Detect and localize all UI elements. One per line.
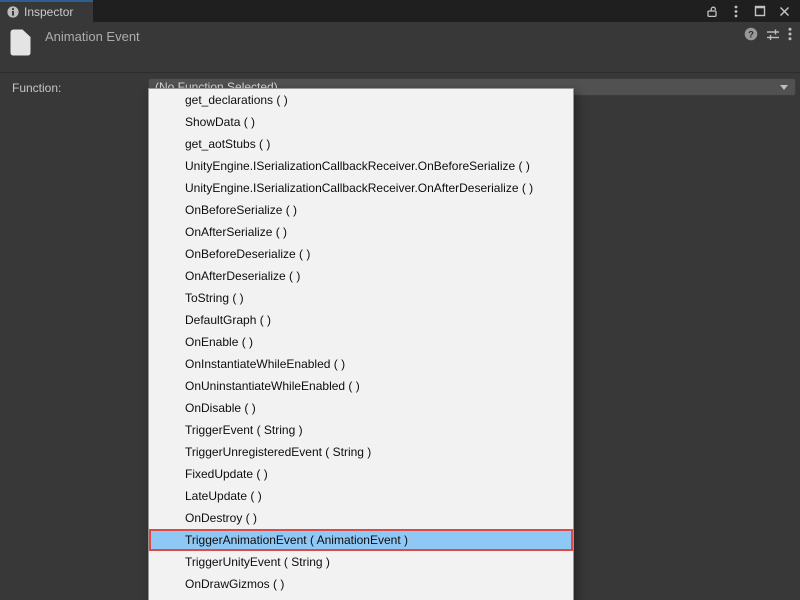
header-icons: ? [744,27,792,41]
dropdown-item[interactable]: OnDestroy ( ) [149,507,573,529]
inspector-window: Inspector [0,0,800,600]
dropdown-item[interactable]: get_aotStubs ( ) [149,133,573,155]
dropdown-item[interactable]: OnEnable ( ) [149,331,573,353]
dropdown-item[interactable]: OnBeforeSerialize ( ) [149,199,573,221]
function-label: Function: [12,81,61,95]
dropdown-item[interactable]: OnDisable ( ) [149,397,573,419]
presets-icon[interactable] [766,28,780,41]
dropdown-item[interactable]: OnAfterSerialize ( ) [149,221,573,243]
maximize-icon[interactable] [753,4,767,18]
dropdown-item[interactable]: OnDrawGizmos ( ) [149,573,573,595]
kebab-menu-icon[interactable] [729,4,743,18]
chevron-down-icon [780,85,788,90]
dropdown-item[interactable]: TriggerEvent ( String ) [149,419,573,441]
close-icon[interactable] [777,4,791,18]
dropdown-item[interactable]: ToString ( ) [149,287,573,309]
window-controls [705,0,800,22]
page-icon [10,29,31,56]
kebab-menu-icon[interactable] [788,27,792,41]
dropdown-item[interactable]: UnityEngine.ISerializationCallbackReceiv… [149,155,573,177]
tab-label: Inspector [24,5,73,19]
info-icon [7,6,19,18]
dropdown-item[interactable]: get_declarations ( ) [149,89,573,111]
function-dropdown-list: get_declarations ( )ShowData ( )get_aotS… [148,88,574,600]
dropdown-item[interactable]: OnInstantiateWhileEnabled ( ) [149,353,573,375]
dropdown-item[interactable]: TriggerUnityEvent ( String ) [149,551,573,573]
dropdown-item[interactable]: TriggerUnregisteredEvent ( String ) [149,441,573,463]
tab-strip: Inspector [0,0,800,22]
dropdown-item-highlighted[interactable]: TriggerAnimationEvent ( AnimationEvent ) [149,529,573,551]
dropdown-item[interactable]: LateUpdate ( ) [149,485,573,507]
svg-text:?: ? [748,29,754,40]
dropdown-item[interactable]: ShowData ( ) [149,111,573,133]
dropdown-item[interactable]: OnAfterDeserialize ( ) [149,265,573,287]
header-divider [0,72,800,73]
dropdown-item[interactable]: FixedUpdate ( ) [149,463,573,485]
dropdown-item[interactable]: UnityEngine.ISerializationCallbackReceiv… [149,177,573,199]
tab-inspector[interactable]: Inspector [0,0,93,22]
dropdown-item[interactable]: DefaultGraph ( ) [149,309,573,331]
help-icon[interactable]: ? [744,27,758,41]
unlock-icon[interactable] [705,4,719,18]
component-title: Animation Event [45,29,140,44]
dropdown-item[interactable]: OnBeforeDeserialize ( ) [149,243,573,265]
dropdown-item[interactable]: OnUninstantiateWhileEnabled ( ) [149,375,573,397]
